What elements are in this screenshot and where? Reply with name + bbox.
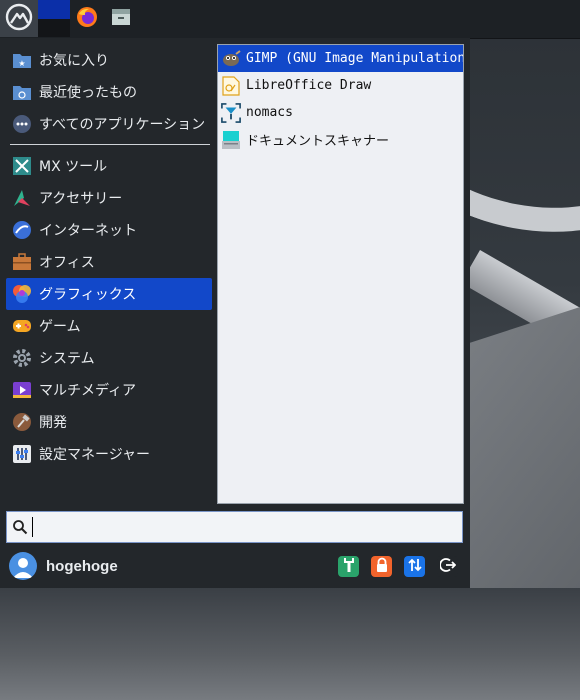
libreoffice-draw-icon [221,75,241,96]
svg-text:★: ★ [18,59,25,68]
category-accessories[interactable]: アクセサリー [6,182,212,214]
category-label: アクセサリー [39,191,123,207]
whisker-menu-button[interactable] [0,0,38,37]
username: hogehoge [46,557,118,575]
category-label: すべてのアプリケーション [39,117,206,133]
category-all-apps[interactable]: すべてのアプリケーション [6,108,212,140]
switch-user-icon [407,557,422,577]
text-cursor [32,517,33,537]
application-list: GIMP (GNU Image Manipulation… LibreOffic… [217,44,464,504]
category-internet[interactable]: インターネット [6,214,212,246]
recent-folder-icon [12,82,32,102]
mx-logo-icon [5,3,33,35]
category-label: マルチメディア [39,383,137,399]
lock-screen-button[interactable] [371,556,392,577]
search-bar[interactable] [6,511,463,543]
firefox-launcher[interactable] [72,0,102,37]
category-label: 最近使ったもの [39,85,137,101]
office-icon [12,252,32,272]
category-multimedia[interactable]: マルチメディア [6,374,212,406]
category-label: 設定マネージャー [39,447,151,463]
category-label: システム [39,351,95,367]
graphics-icon [12,284,32,304]
app-document-scanner[interactable]: ドキュメントスキャナー [218,126,463,153]
category-label: 開発 [39,415,67,431]
firefox-icon [76,6,98,32]
file-manager-icon [110,6,132,32]
category-list: ★ お気に入り 最近使ったもの すべてのアプリケーション MX ツール アクセサ… [6,44,212,470]
application-menu: ★ お気に入り 最近使ったもの すべてのアプリケーション MX ツール アクセサ… [0,38,470,588]
lock-icon [375,557,389,577]
games-icon [12,316,32,336]
category-settings-manager[interactable]: 設定マネージャー [6,438,212,470]
all-apps-icon [12,114,32,134]
app-label: nomacs [246,105,293,120]
multimedia-icon [12,380,32,400]
app-label: LibreOffice Draw [246,78,372,93]
avatar[interactable] [9,552,37,580]
category-label: お気に入り [39,53,109,69]
app-nomacs[interactable]: nomacs [218,99,463,126]
category-graphics[interactable]: グラフィックス [6,278,212,310]
category-recent[interactable]: 最近使ったもの [6,76,212,108]
app-libreoffice-draw[interactable]: LibreOffice Draw [218,72,463,99]
category-mx-tools[interactable]: MX ツール [6,150,212,182]
category-label: MX ツール [39,159,108,175]
category-games[interactable]: ゲーム [6,310,212,342]
scanner-icon [221,130,241,150]
file-manager-launcher[interactable] [106,0,136,37]
category-label: インターネット [39,223,137,239]
settings-wrench-icon [342,557,356,577]
category-favorites[interactable]: ★ お気に入り [6,44,212,76]
category-divider [10,144,210,145]
category-label: ゲーム [39,319,81,335]
wallpaper-floor [0,588,580,700]
app-gimp[interactable]: GIMP (GNU Image Manipulation… [218,45,463,72]
user-bar: hogehoge [0,546,470,586]
search-icon [9,516,31,538]
settings-manager-icon [12,444,32,464]
accessories-icon [12,188,32,208]
workspace-2[interactable] [38,19,70,37]
mx-tools-icon [12,156,32,176]
system-icon [12,348,32,368]
logout-button[interactable] [437,556,458,577]
top-panel [0,0,580,39]
category-label: グラフィックス [39,287,137,303]
category-system[interactable]: システム [6,342,212,374]
app-label: ドキュメントスキャナー [246,134,390,149]
category-development[interactable]: 開発 [6,406,212,438]
app-label: GIMP (GNU Image Manipulation… [246,51,463,66]
nomacs-icon [221,102,241,123]
session-actions [338,556,458,577]
settings-button[interactable] [338,556,359,577]
switch-user-button[interactable] [404,556,425,577]
logout-icon [438,557,456,577]
favorites-folder-icon: ★ [12,50,32,70]
development-icon [12,412,32,432]
category-label: オフィス [39,255,95,271]
internet-icon [12,220,32,240]
gimp-icon [221,49,241,69]
category-office[interactable]: オフィス [6,246,212,278]
